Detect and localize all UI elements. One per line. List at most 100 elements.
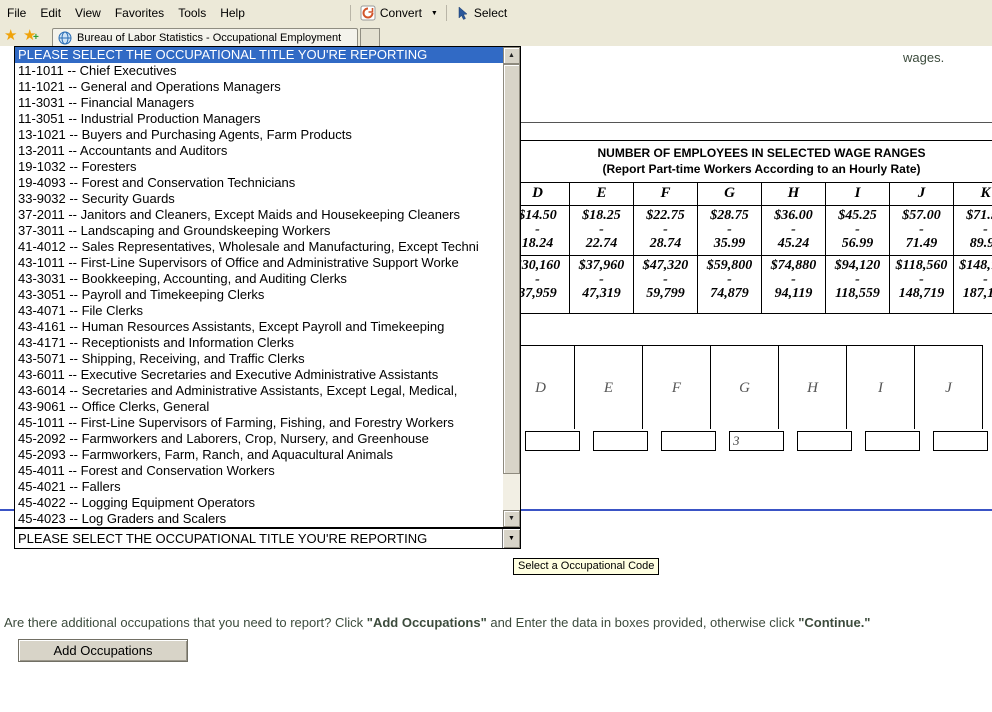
wage-table-hourly-row: $14.50-18.24$18.25-22.74$22.75-28.74$28.… bbox=[505, 206, 992, 256]
occupation-option[interactable]: 19-1032 -- Foresters bbox=[15, 159, 503, 175]
entry-column-header: F bbox=[643, 346, 711, 429]
instruction-part1: Are there additional occupations that yo… bbox=[4, 615, 367, 630]
menu-tools[interactable]: Tools bbox=[171, 0, 213, 26]
occupation-option[interactable]: 45-4022 -- Logging Equipment Operators bbox=[15, 495, 503, 511]
menu-edit[interactable]: Edit bbox=[33, 0, 68, 26]
tab-bls-occupational-employment[interactable]: Bureau of Labor Statistics - Occupationa… bbox=[52, 28, 358, 46]
wage-annual-range: $37,960-47,319 bbox=[570, 256, 634, 314]
convert-dropdown-button[interactable]: ▼ bbox=[427, 2, 442, 24]
wage-hourly-range: $28.75-35.99 bbox=[698, 206, 762, 256]
occupation-option[interactable]: 37-2011 -- Janitors and Cleaners, Except… bbox=[15, 207, 503, 223]
occupation-option[interactable]: 43-3031 -- Bookkeeping, Accounting, and … bbox=[15, 271, 503, 287]
wage-table-annual-row: $30,160-37,959$37,960-47,319$47,320-59,7… bbox=[505, 256, 992, 314]
occupation-option[interactable]: 11-1021 -- General and Operations Manage… bbox=[15, 79, 503, 95]
occupation-option[interactable]: 11-3031 -- Financial Managers bbox=[15, 95, 503, 111]
entry-column-header: H bbox=[779, 346, 847, 429]
scrollbar-down-button[interactable]: ▼ bbox=[503, 510, 520, 527]
menu-favorites[interactable]: Favorites bbox=[108, 0, 171, 26]
favorites-star-icon[interactable]: ★ bbox=[4, 27, 17, 45]
employee-count-input-H[interactable] bbox=[797, 431, 852, 451]
dropdown-arrow-icon: ▼ bbox=[508, 535, 515, 542]
occupation-option[interactable]: 43-9061 -- Office Clerks, General bbox=[15, 399, 503, 415]
occupation-option[interactable]: 45-4021 -- Fallers bbox=[15, 479, 503, 495]
instruction-bold2: "Continue." bbox=[798, 615, 870, 630]
scroll-down-icon: ▼ bbox=[508, 515, 515, 522]
select-icon bbox=[456, 6, 470, 20]
occupation-option[interactable]: 45-2092 -- Farmworkers and Laborers, Cro… bbox=[15, 431, 503, 447]
select-dropdown-button[interactable]: ▼ bbox=[502, 529, 520, 548]
scroll-up-icon: ▲ bbox=[508, 52, 515, 59]
entry-column-header: G bbox=[711, 346, 779, 429]
occupation-option[interactable]: 43-6011 -- Executive Secretaries and Exe… bbox=[15, 367, 503, 383]
toolbar-divider bbox=[350, 5, 351, 21]
occupation-option[interactable]: 19-4093 -- Forest and Conservation Techn… bbox=[15, 175, 503, 191]
occupation-option[interactable]: 11-1011 -- Chief Executives bbox=[15, 63, 503, 79]
occupation-option[interactable]: 45-4023 -- Log Graders and Scalers bbox=[15, 511, 503, 527]
convert-label: Convert bbox=[380, 6, 422, 20]
occupation-option[interactable]: 11-3051 -- Industrial Production Manager… bbox=[15, 111, 503, 127]
occupation-option[interactable]: 43-4071 -- File Clerks bbox=[15, 303, 503, 319]
select-label: Select bbox=[474, 6, 507, 20]
instruction-part2: and Enter the data in boxes provided, ot… bbox=[487, 615, 798, 630]
wage-annual-range: $47,320-59,799 bbox=[634, 256, 698, 314]
occupation-option[interactable]: 45-1011 -- First-Line Supervisors of Far… bbox=[15, 415, 503, 431]
occupation-option[interactable]: 43-3051 -- Payroll and Timekeeping Clerk… bbox=[15, 287, 503, 303]
menu-file[interactable]: File bbox=[0, 0, 33, 26]
occupation-option-selected[interactable]: PLEASE SELECT THE OCCUPATIONAL TITLE YOU… bbox=[15, 47, 503, 63]
occupation-option[interactable]: 43-5071 -- Shipping, Receiving, and Traf… bbox=[15, 351, 503, 367]
globe-icon bbox=[58, 31, 72, 45]
wage-column-header: K bbox=[954, 183, 992, 206]
wage-hourly-range: $18.25-22.74 bbox=[570, 206, 634, 256]
menu-help[interactable]: Help bbox=[213, 0, 252, 26]
intro-text-fragment: wages. bbox=[903, 50, 944, 65]
add-favorite-plus-icon: + bbox=[33, 32, 39, 43]
entry-inputs-row bbox=[506, 431, 988, 451]
convert-button[interactable]: Convert bbox=[355, 2, 427, 24]
employee-count-input-E[interactable] bbox=[593, 431, 648, 451]
scrollbar-up-button[interactable]: ▲ bbox=[503, 47, 520, 64]
entry-column-header: I bbox=[847, 346, 915, 429]
occupation-select-value: PLEASE SELECT THE OCCUPATIONAL TITLE YOU… bbox=[15, 529, 502, 548]
wage-annual-range: $148,720-187,199 bbox=[954, 256, 992, 314]
browser-window: File Edit View Favorites Tools Help Conv… bbox=[0, 0, 992, 712]
wage-table-title: NUMBER OF EMPLOYEES IN SELECTED WAGE RAN… bbox=[505, 140, 992, 183]
scrollbar-thumb[interactable] bbox=[503, 64, 520, 474]
wage-ranges-table: NUMBER OF EMPLOYEES IN SELECTED WAGE RAN… bbox=[505, 140, 992, 314]
occupation-option[interactable]: 13-1021 -- Buyers and Purchasing Agents,… bbox=[15, 127, 503, 143]
wage-hourly-range: $22.75-28.74 bbox=[634, 206, 698, 256]
select-button[interactable]: Select bbox=[451, 2, 512, 24]
tab-stub[interactable] bbox=[360, 28, 380, 46]
occupation-option[interactable]: 43-4171 -- Receptionists and Information… bbox=[15, 335, 503, 351]
entry-column-header: E bbox=[575, 346, 643, 429]
occupation-option[interactable]: 45-4011 -- Forest and Conservation Worke… bbox=[15, 463, 503, 479]
menu-view[interactable]: View bbox=[68, 0, 108, 26]
employee-count-input-G[interactable] bbox=[729, 431, 784, 451]
occupation-option[interactable]: 13-2011 -- Accountants and Auditors bbox=[15, 143, 503, 159]
occupation-option[interactable]: 41-4012 -- Sales Representatives, Wholes… bbox=[15, 239, 503, 255]
tab-bar: ★ ★ + Bureau of Labor Statistics - Occup… bbox=[0, 26, 992, 46]
tooltip: Select a Occupational Code bbox=[513, 558, 659, 575]
employee-count-input-F[interactable] bbox=[661, 431, 716, 451]
occupation-option[interactable]: 43-4161 -- Human Resources Assistants, E… bbox=[15, 319, 503, 335]
wage-table-header-row: DEFGHIJK bbox=[505, 183, 992, 206]
occupation-dropdown-list: PLEASE SELECT THE OCCUPATIONAL TITLE YOU… bbox=[14, 46, 521, 528]
section-divider bbox=[500, 122, 992, 123]
employee-count-input-D[interactable] bbox=[525, 431, 580, 451]
toolbar-divider bbox=[446, 5, 447, 21]
occupation-option[interactable]: 37-3011 -- Landscaping and Groundskeepin… bbox=[15, 223, 503, 239]
occupation-option[interactable]: 43-1011 -- First-Line Supervisors of Off… bbox=[15, 255, 503, 271]
wage-hourly-range: $36.00-45.24 bbox=[762, 206, 826, 256]
occupation-option[interactable]: 45-2093 -- Farmworkers, Farm, Ranch, and… bbox=[15, 447, 503, 463]
entry-table-header-row: DEFGHIJ bbox=[506, 345, 983, 429]
menu-bar: File Edit View Favorites Tools Help Conv… bbox=[0, 0, 992, 26]
occupation-option[interactable]: 43-6014 -- Secretaries and Administrativ… bbox=[15, 383, 503, 399]
employee-count-input-I[interactable] bbox=[865, 431, 920, 451]
list-scrollbar[interactable]: ▲ ▼ bbox=[503, 47, 520, 527]
employee-count-input-J[interactable] bbox=[933, 431, 988, 451]
occupation-option[interactable]: 33-9032 -- Security Guards bbox=[15, 191, 503, 207]
add-occupations-button[interactable]: Add Occupations bbox=[18, 639, 188, 662]
occupation-select[interactable]: PLEASE SELECT THE OCCUPATIONAL TITLE YOU… bbox=[14, 528, 521, 549]
wage-column-header: F bbox=[634, 183, 698, 206]
wage-hourly-range: $57.00-71.49 bbox=[890, 206, 954, 256]
wage-column-header: E bbox=[570, 183, 634, 206]
